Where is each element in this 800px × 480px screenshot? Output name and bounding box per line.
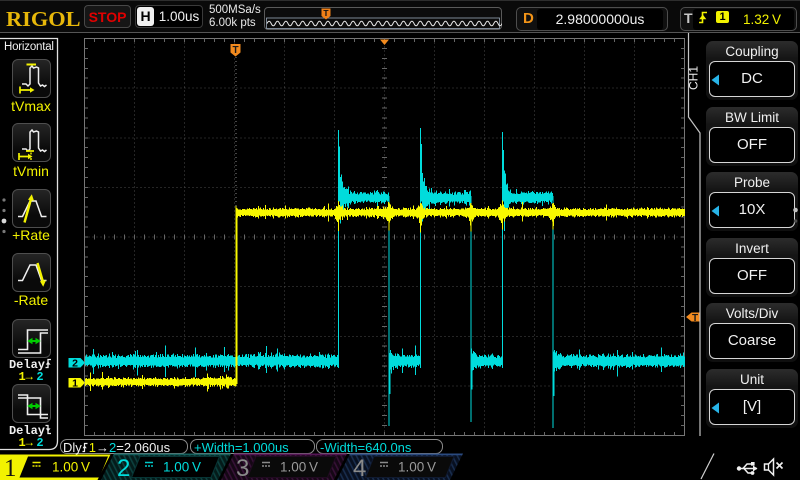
svg-text:4: 4 [353,455,366,480]
svg-text:CH1: CH1 [687,66,701,90]
svg-text:1: 1 [4,455,17,480]
svg-text:2: 2 [117,455,130,480]
svg-text:T: T [232,45,238,56]
svg-text:2: 2 [72,358,78,370]
svg-text:3: 3 [236,455,249,480]
svg-text:1: 1 [72,378,78,390]
svg-text:1.00 V: 1.00 V [52,460,90,475]
svg-text:1.00 V: 1.00 V [163,460,201,475]
svg-text:T: T [692,313,698,324]
svg-text:1.00 V: 1.00 V [280,460,318,475]
svg-text:1.00 V: 1.00 V [398,460,436,475]
